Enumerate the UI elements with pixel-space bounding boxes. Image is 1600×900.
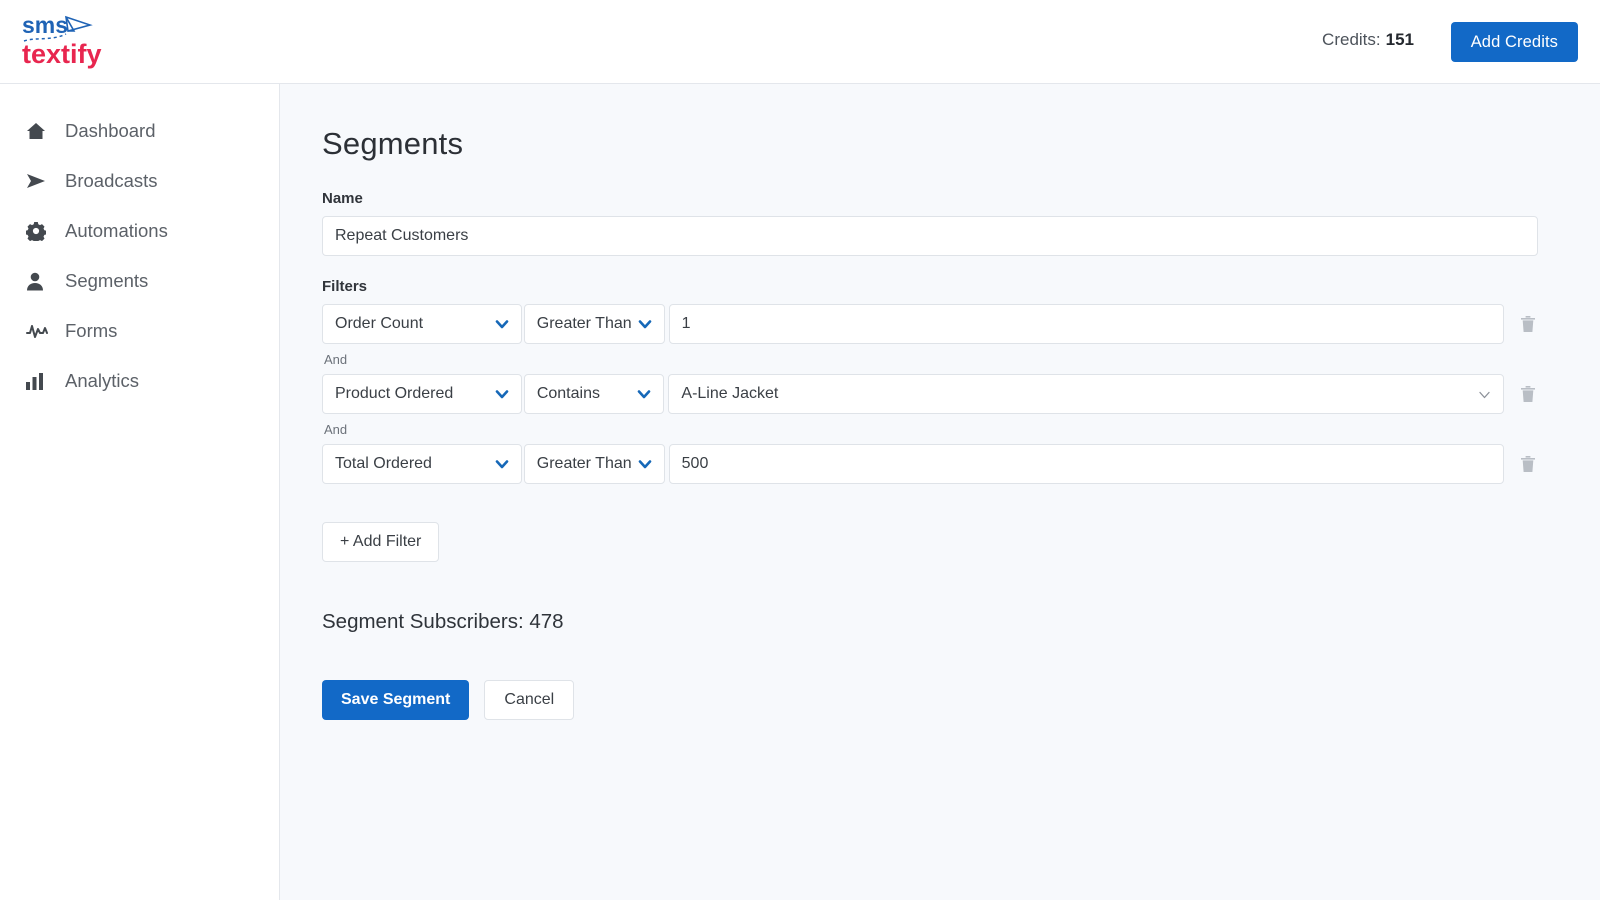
sidebar-item-label: Analytics <box>65 372 139 391</box>
sidebar-nav: Dashboard Broadcasts Automations <box>0 84 280 900</box>
filter-value-text: A-Line Jacket <box>681 385 1478 403</box>
cancel-button[interactable]: Cancel <box>484 680 574 720</box>
bar-chart-icon <box>26 370 52 392</box>
filter-connector: And <box>324 422 1538 437</box>
form-actions: Save Segment Cancel <box>322 680 1538 720</box>
svg-text:textify: textify <box>22 39 102 69</box>
filter-field-value: Total Ordered <box>335 455 489 473</box>
main-content: Segments Name Filters Order Count Greate… <box>280 84 1600 900</box>
name-label: Name <box>322 190 1538 207</box>
top-header: sms textify Credits: 151 Add Credits <box>0 0 1600 84</box>
filter-row: Total Ordered Greater Than <box>322 444 1538 484</box>
chevron-down-icon <box>495 387 509 401</box>
chevron-down-icon <box>638 317 652 331</box>
filter-operator-select[interactable]: Greater Than <box>524 304 665 344</box>
chevron-down-icon <box>495 317 509 331</box>
paper-plane-icon <box>26 170 52 192</box>
filter-field-select[interactable]: Product Ordered <box>322 374 522 414</box>
filter-field-select[interactable]: Total Ordered <box>322 444 522 484</box>
filters-label: Filters <box>322 278 1538 295</box>
filter-value-input[interactable] <box>669 304 1505 344</box>
sidebar-item-label: Broadcasts <box>65 172 158 191</box>
filter-operator-select[interactable]: Greater Than <box>524 444 665 484</box>
filter-row: Product Ordered Contains A-Line Jacket <box>322 374 1538 414</box>
sidebar-item-label: Forms <box>65 322 117 341</box>
save-segment-button[interactable]: Save Segment <box>322 680 469 720</box>
sidebar-item-dashboard[interactable]: Dashboard <box>0 106 279 156</box>
filter-operator-select[interactable]: Contains <box>524 374 665 414</box>
filter-row: Order Count Greater Than <box>322 304 1538 344</box>
add-filter-button[interactable]: + Add Filter <box>322 522 439 562</box>
filter-connector: And <box>324 352 1538 367</box>
filter-operator-value: Greater Than <box>537 315 632 333</box>
sidebar-item-analytics[interactable]: Analytics <box>0 356 279 406</box>
sidebar-item-label: Automations <box>65 222 168 241</box>
segment-subscribers-count: Segment Subscribers: 478 <box>322 610 1538 634</box>
svg-text:sms: sms <box>22 12 68 38</box>
pulse-icon <box>26 320 52 342</box>
sidebar-item-forms[interactable]: Forms <box>0 306 279 356</box>
filter-field-select[interactable]: Order Count <box>322 304 522 344</box>
delete-filter-icon[interactable] <box>1518 453 1538 475</box>
sidebar-item-segments[interactable]: Segments <box>0 256 279 306</box>
filter-field-value: Product Ordered <box>335 385 489 403</box>
filter-field-value: Order Count <box>335 315 489 333</box>
credits-display: Credits: 151 <box>1322 30 1414 50</box>
gear-icon <box>26 220 52 242</box>
chevron-down-icon <box>1478 388 1491 401</box>
chevron-down-icon <box>495 457 509 471</box>
credits-label: Credits: <box>1322 30 1381 49</box>
chevron-down-icon <box>637 387 651 401</box>
sidebar-item-automations[interactable]: Automations <box>0 206 279 256</box>
filter-value-input[interactable] <box>669 444 1505 484</box>
delete-filter-icon[interactable] <box>1518 383 1538 405</box>
add-credits-button[interactable]: Add Credits <box>1451 22 1578 62</box>
credits-value: 151 <box>1386 30 1414 49</box>
page-title: Segments <box>322 126 1538 162</box>
sidebar-item-broadcasts[interactable]: Broadcasts <box>0 156 279 206</box>
home-icon <box>26 120 52 142</box>
app-root: sms textify Credits: 151 Add Credits Dash… <box>0 0 1600 900</box>
smstextify-logo[interactable]: sms textify <box>22 11 142 69</box>
filter-value-select[interactable]: A-Line Jacket <box>668 374 1504 414</box>
filter-operator-value: Greater Than <box>537 455 632 473</box>
sidebar-item-label: Segments <box>65 272 148 291</box>
person-icon <box>26 270 52 292</box>
sidebar-item-label: Dashboard <box>65 122 156 141</box>
delete-filter-icon[interactable] <box>1518 313 1538 335</box>
chevron-down-icon <box>638 457 652 471</box>
segment-name-input[interactable] <box>322 216 1538 256</box>
filter-operator-value: Contains <box>537 385 632 403</box>
